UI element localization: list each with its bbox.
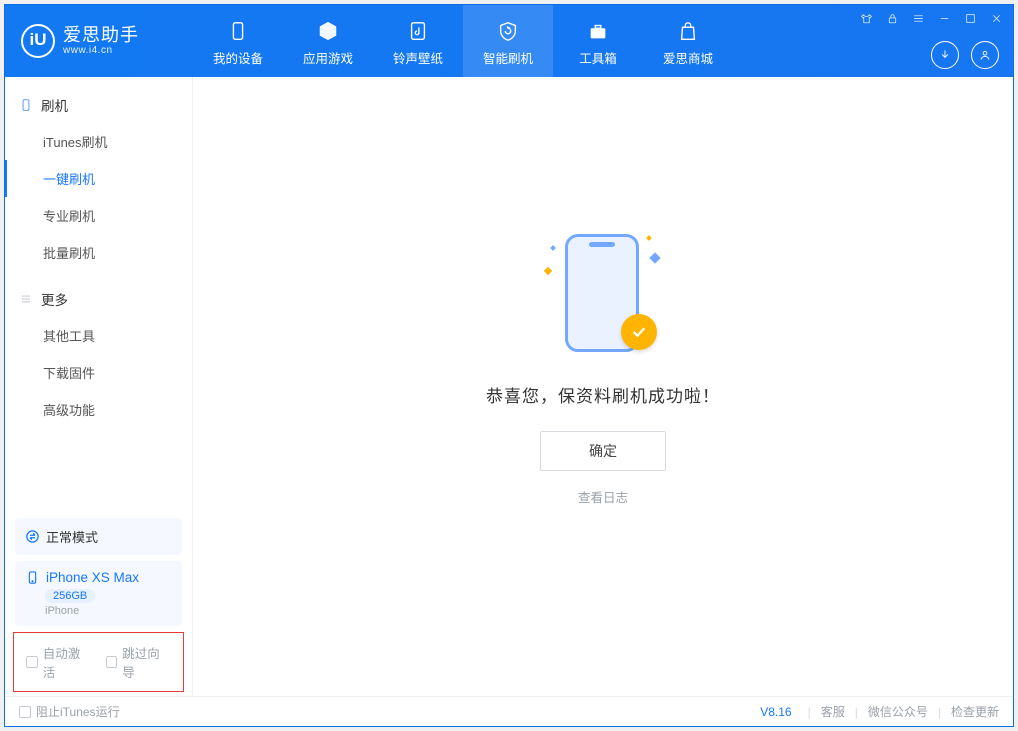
sidebar-item-itunes-flash[interactable]: iTunes刷机: [5, 123, 192, 160]
user-button[interactable]: [971, 41, 999, 69]
minimize-icon[interactable]: [937, 11, 951, 25]
bag-icon: [676, 19, 700, 43]
lock-icon[interactable]: [885, 11, 899, 25]
close-icon[interactable]: [989, 11, 1003, 25]
nav-toolbox[interactable]: 工具箱: [553, 5, 643, 77]
nav-label: 我的设备: [213, 48, 263, 67]
flash-options-highlight: 自动激活 跳过向导: [13, 632, 184, 692]
sidebar-group-more[interactable]: 更多: [5, 281, 192, 317]
nav-label: 铃声壁纸: [393, 48, 443, 67]
checkbox-label: 跳过向导: [122, 643, 171, 681]
mode-card[interactable]: 正常模式: [15, 518, 182, 555]
music-file-icon: [406, 19, 430, 43]
main-content: 恭喜您，保资料刷机成功啦！ 确定 查看日志: [193, 77, 1013, 696]
nav-smart-flash[interactable]: 智能刷机: [463, 5, 553, 77]
tshirt-icon[interactable]: [859, 11, 873, 25]
mode-label: 正常模式: [46, 527, 98, 546]
list-icon: [19, 292, 33, 306]
confirm-button[interactable]: 确定: [540, 431, 666, 471]
auto-activate-checkbox[interactable]: 自动激活: [26, 643, 92, 681]
titlebar-controls: [855, 9, 1007, 27]
toolbox-icon: [586, 19, 610, 43]
app-url: www.i4.cn: [63, 46, 139, 56]
device-card[interactable]: iPhone XS Max 256GB iPhone: [15, 561, 182, 626]
block-itunes-checkbox[interactable]: 阻止iTunes运行: [19, 703, 120, 720]
header: iU 爱思助手 www.i4.cn 我的设备 应用游戏 铃声壁纸 智能刷机: [5, 5, 1013, 77]
version-label: V8.16: [760, 705, 791, 719]
sidebar-item-batch-flash[interactable]: 批量刷机: [5, 234, 192, 271]
app-name: 爱思助手: [63, 26, 139, 44]
skip-guide-checkbox[interactable]: 跳过向导: [106, 643, 172, 681]
nav-store[interactable]: 爱思商城: [643, 5, 733, 77]
device-name: iPhone XS Max: [46, 570, 139, 585]
checkbox-icon: [19, 706, 31, 718]
nav-label: 工具箱: [579, 48, 617, 67]
sidebar-item-advanced[interactable]: 高级功能: [5, 391, 192, 428]
body: 刷机 iTunes刷机 一键刷机 专业刷机 批量刷机 更多 其他工具 下载固件 …: [5, 77, 1013, 696]
nav-label: 智能刷机: [483, 48, 533, 67]
download-button[interactable]: [931, 41, 959, 69]
success-illustration: [543, 228, 663, 358]
app-window: iU 爱思助手 www.i4.cn 我的设备 应用游戏 铃声壁纸 智能刷机: [4, 4, 1014, 727]
logo-icon: iU: [21, 24, 55, 58]
device-type: iPhone: [45, 605, 172, 617]
checkbox-icon: [26, 656, 38, 668]
wechat-link[interactable]: 微信公众号: [868, 703, 928, 720]
sidebar-item-pro-flash[interactable]: 专业刷机: [5, 197, 192, 234]
checkbox-label: 阻止iTunes运行: [36, 703, 120, 720]
nav-label: 爱思商城: [663, 48, 713, 67]
device-capacity: 256GB: [45, 589, 95, 603]
device-icon: [226, 19, 250, 43]
success-message: 恭喜您，保资料刷机成功啦！: [486, 382, 720, 407]
sidebar-group-label: 刷机: [41, 95, 68, 115]
phone-icon: [25, 570, 40, 585]
checkbox-label: 自动激活: [43, 643, 92, 681]
nav-my-device[interactable]: 我的设备: [193, 5, 283, 77]
nav: 我的设备 应用游戏 铃声壁纸 智能刷机 工具箱 爱思商城: [193, 5, 733, 77]
maximize-icon[interactable]: [963, 11, 977, 25]
header-actions: [931, 41, 999, 69]
sidebar-group-label: 更多: [41, 289, 68, 309]
sidebar-item-oneclick-flash[interactable]: 一键刷机: [5, 160, 192, 197]
cube-icon: [316, 19, 340, 43]
view-log-link[interactable]: 查看日志: [578, 487, 628, 506]
logo[interactable]: iU 爱思助手 www.i4.cn: [5, 24, 193, 58]
phone-icon: [19, 98, 33, 112]
sidebar: 刷机 iTunes刷机 一键刷机 专业刷机 批量刷机 更多 其他工具 下载固件 …: [5, 77, 193, 696]
support-link[interactable]: 客服: [821, 703, 845, 720]
checkbox-icon: [106, 656, 118, 668]
sidebar-group-flash[interactable]: 刷机: [5, 87, 192, 123]
nav-ringtones[interactable]: 铃声壁纸: [373, 5, 463, 77]
shield-refresh-icon: [496, 19, 520, 43]
footer: 阻止iTunes运行 V8.16 | 客服 | 微信公众号 | 检查更新: [5, 696, 1013, 726]
sidebar-item-other-tools[interactable]: 其他工具: [5, 317, 192, 354]
menu-icon[interactable]: [911, 11, 925, 25]
check-badge-icon: [621, 314, 657, 350]
nav-label: 应用游戏: [303, 48, 353, 67]
check-update-link[interactable]: 检查更新: [951, 703, 999, 720]
sidebar-item-download-firmware[interactable]: 下载固件: [5, 354, 192, 391]
nav-apps-games[interactable]: 应用游戏: [283, 5, 373, 77]
swap-icon: [25, 529, 40, 544]
